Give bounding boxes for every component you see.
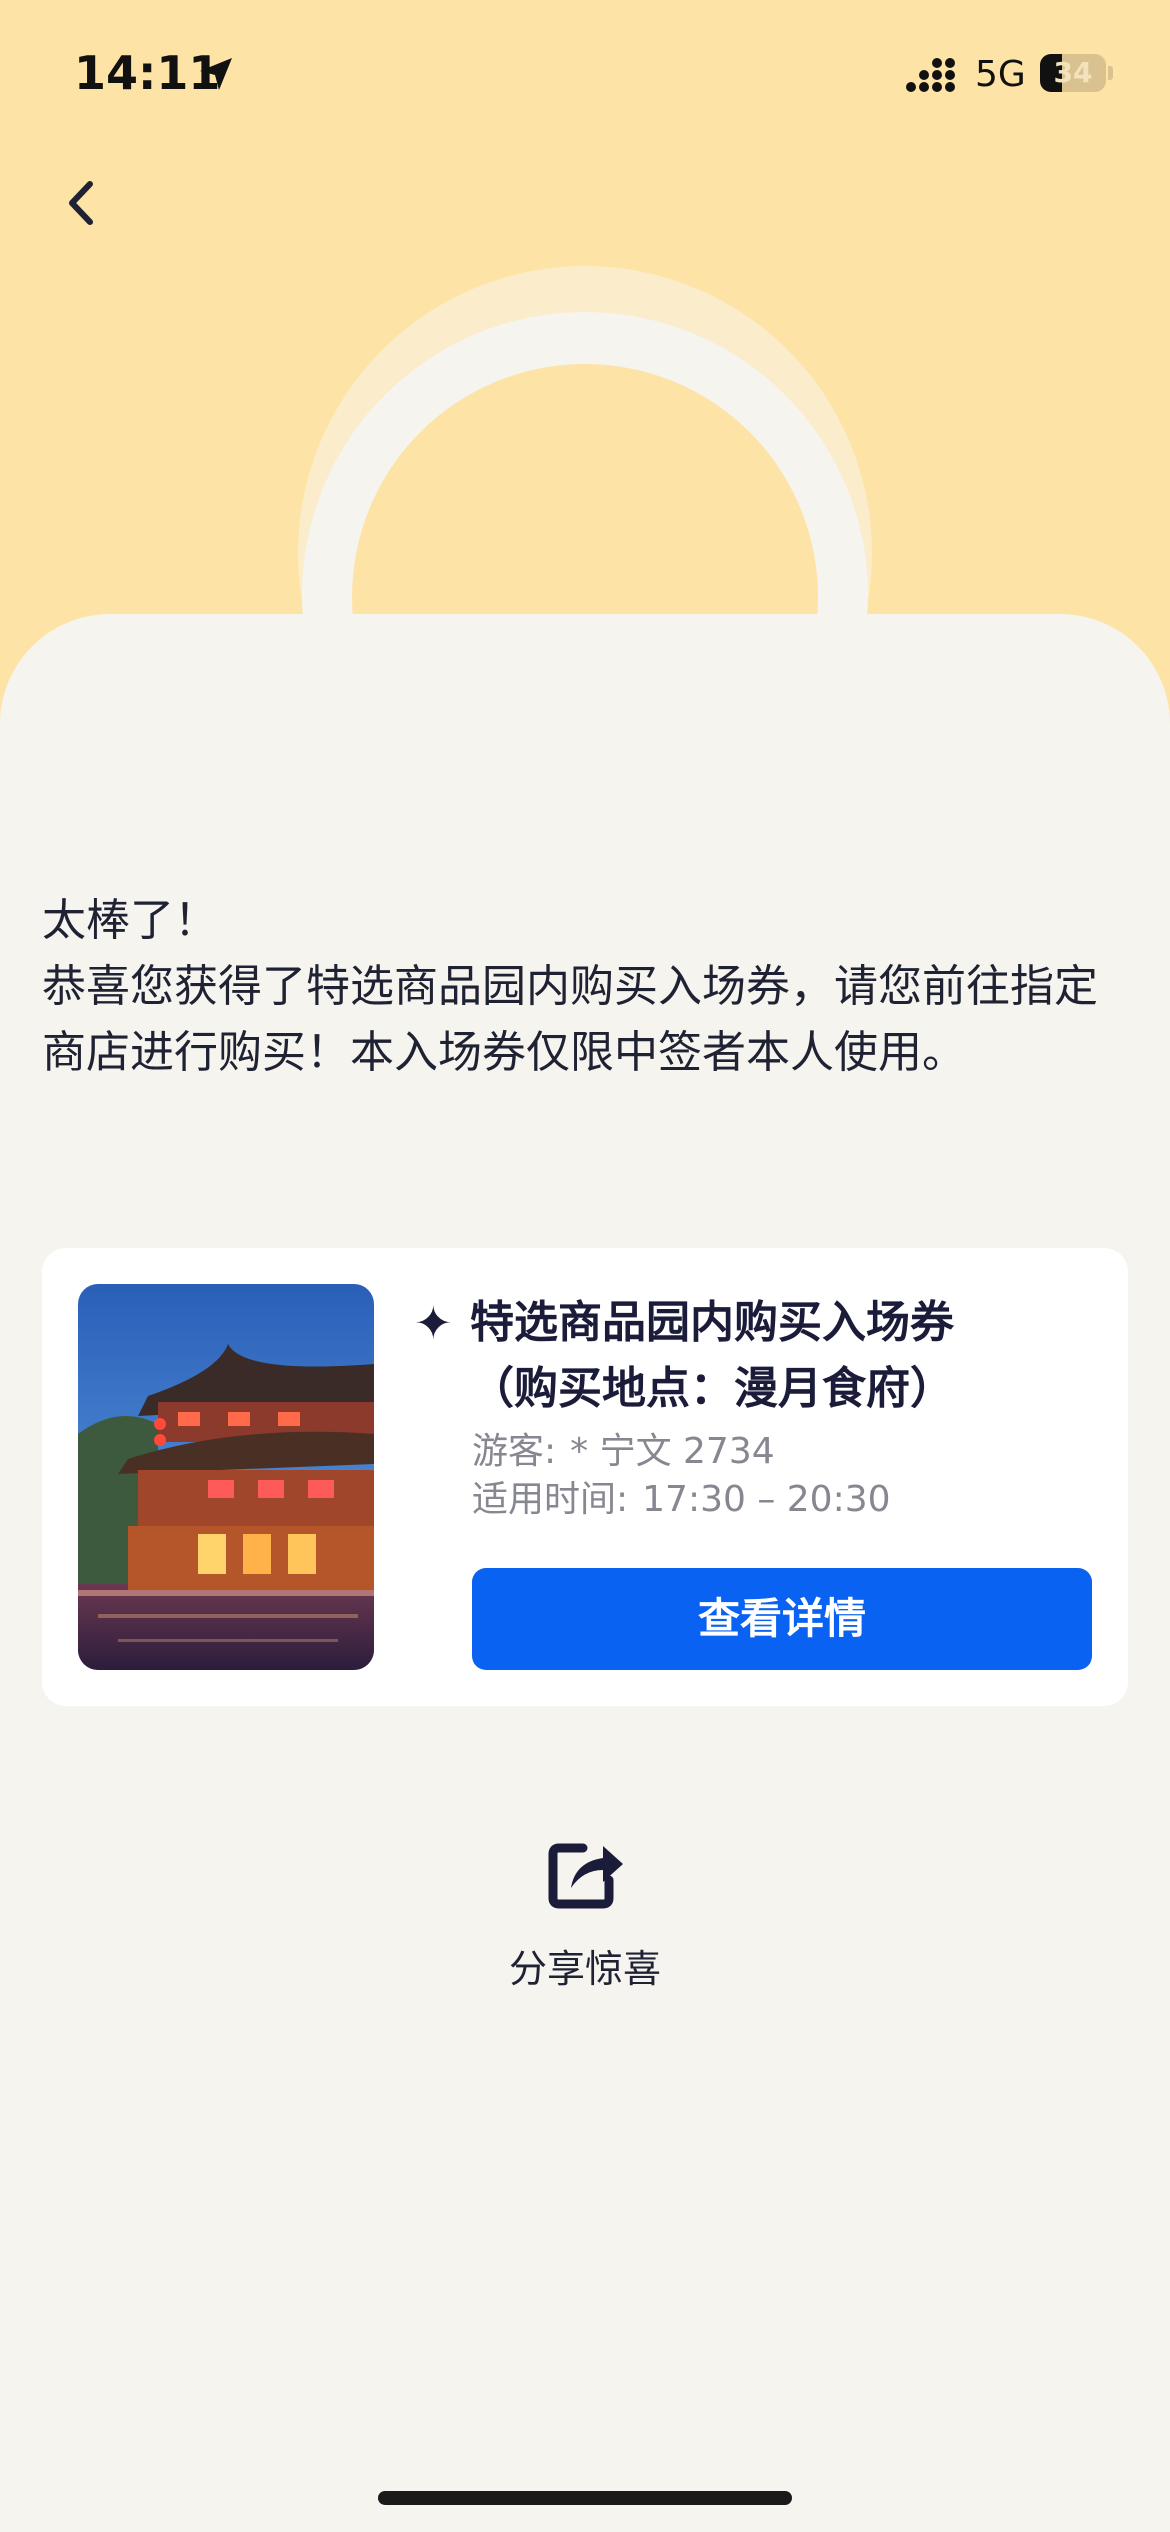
sparkle-icon: ✦ [414, 1296, 453, 1350]
status-bar: 14:11 5G 34 [0, 0, 1170, 150]
time-label: 适用时间: [472, 1479, 629, 1520]
congrats-message: 太棒了！ 恭喜您获得了特选商品园内购买入场券，请您前往指定商店进行购买！本入场券… [42, 888, 1132, 1086]
battery-level: 34 [1053, 56, 1093, 89]
ticket-location: （购买地点：漫月食府） [470, 1363, 954, 1414]
ticket-visitor: 游客: * 宁文 2734 [472, 1428, 775, 1476]
view-details-button[interactable]: 查看详情 [472, 1568, 1092, 1670]
app-screen: 14:11 5G 34 太棒了！ 恭喜您获得了特选商品园内购买入场券，请您前往指… [0, 0, 1170, 2532]
location-arrow-icon [200, 58, 232, 90]
share-button[interactable]: 分享惊喜 [485, 1830, 685, 1991]
share-icon [548, 1843, 623, 1909]
battery-icon: 34 [1040, 54, 1106, 92]
time-value: 17:30 – 20:30 [642, 1479, 891, 1520]
ticket-image [78, 1284, 374, 1670]
battery-nub [1108, 66, 1113, 80]
congrats-heading: 太棒了！ [42, 895, 218, 946]
pagoda-image [78, 1284, 374, 1670]
congrats-body: 恭喜您获得了特选商品园内购买入场券，请您前往指定商店进行购买！本入场券仅限中签者… [42, 961, 1098, 1078]
signal-icon [906, 58, 955, 92]
ticket-card: ✦ 特选商品园内购买入场券 （购买地点：漫月食府） 游客: * 宁文 2734 适… [42, 1248, 1128, 1706]
home-indicator[interactable] [378, 2491, 792, 2505]
ticket-title: 特选商品园内购买入场券 [470, 1297, 954, 1348]
share-label: 分享惊喜 [508, 1947, 661, 1991]
visitor-value: * 宁文 2734 [570, 1431, 775, 1472]
back-button[interactable] [46, 168, 116, 238]
network-type: 5G [975, 54, 1026, 95]
ticket-time: 适用时间: 17:30 – 20:30 [472, 1476, 891, 1524]
visitor-label: 游客: [472, 1431, 557, 1472]
